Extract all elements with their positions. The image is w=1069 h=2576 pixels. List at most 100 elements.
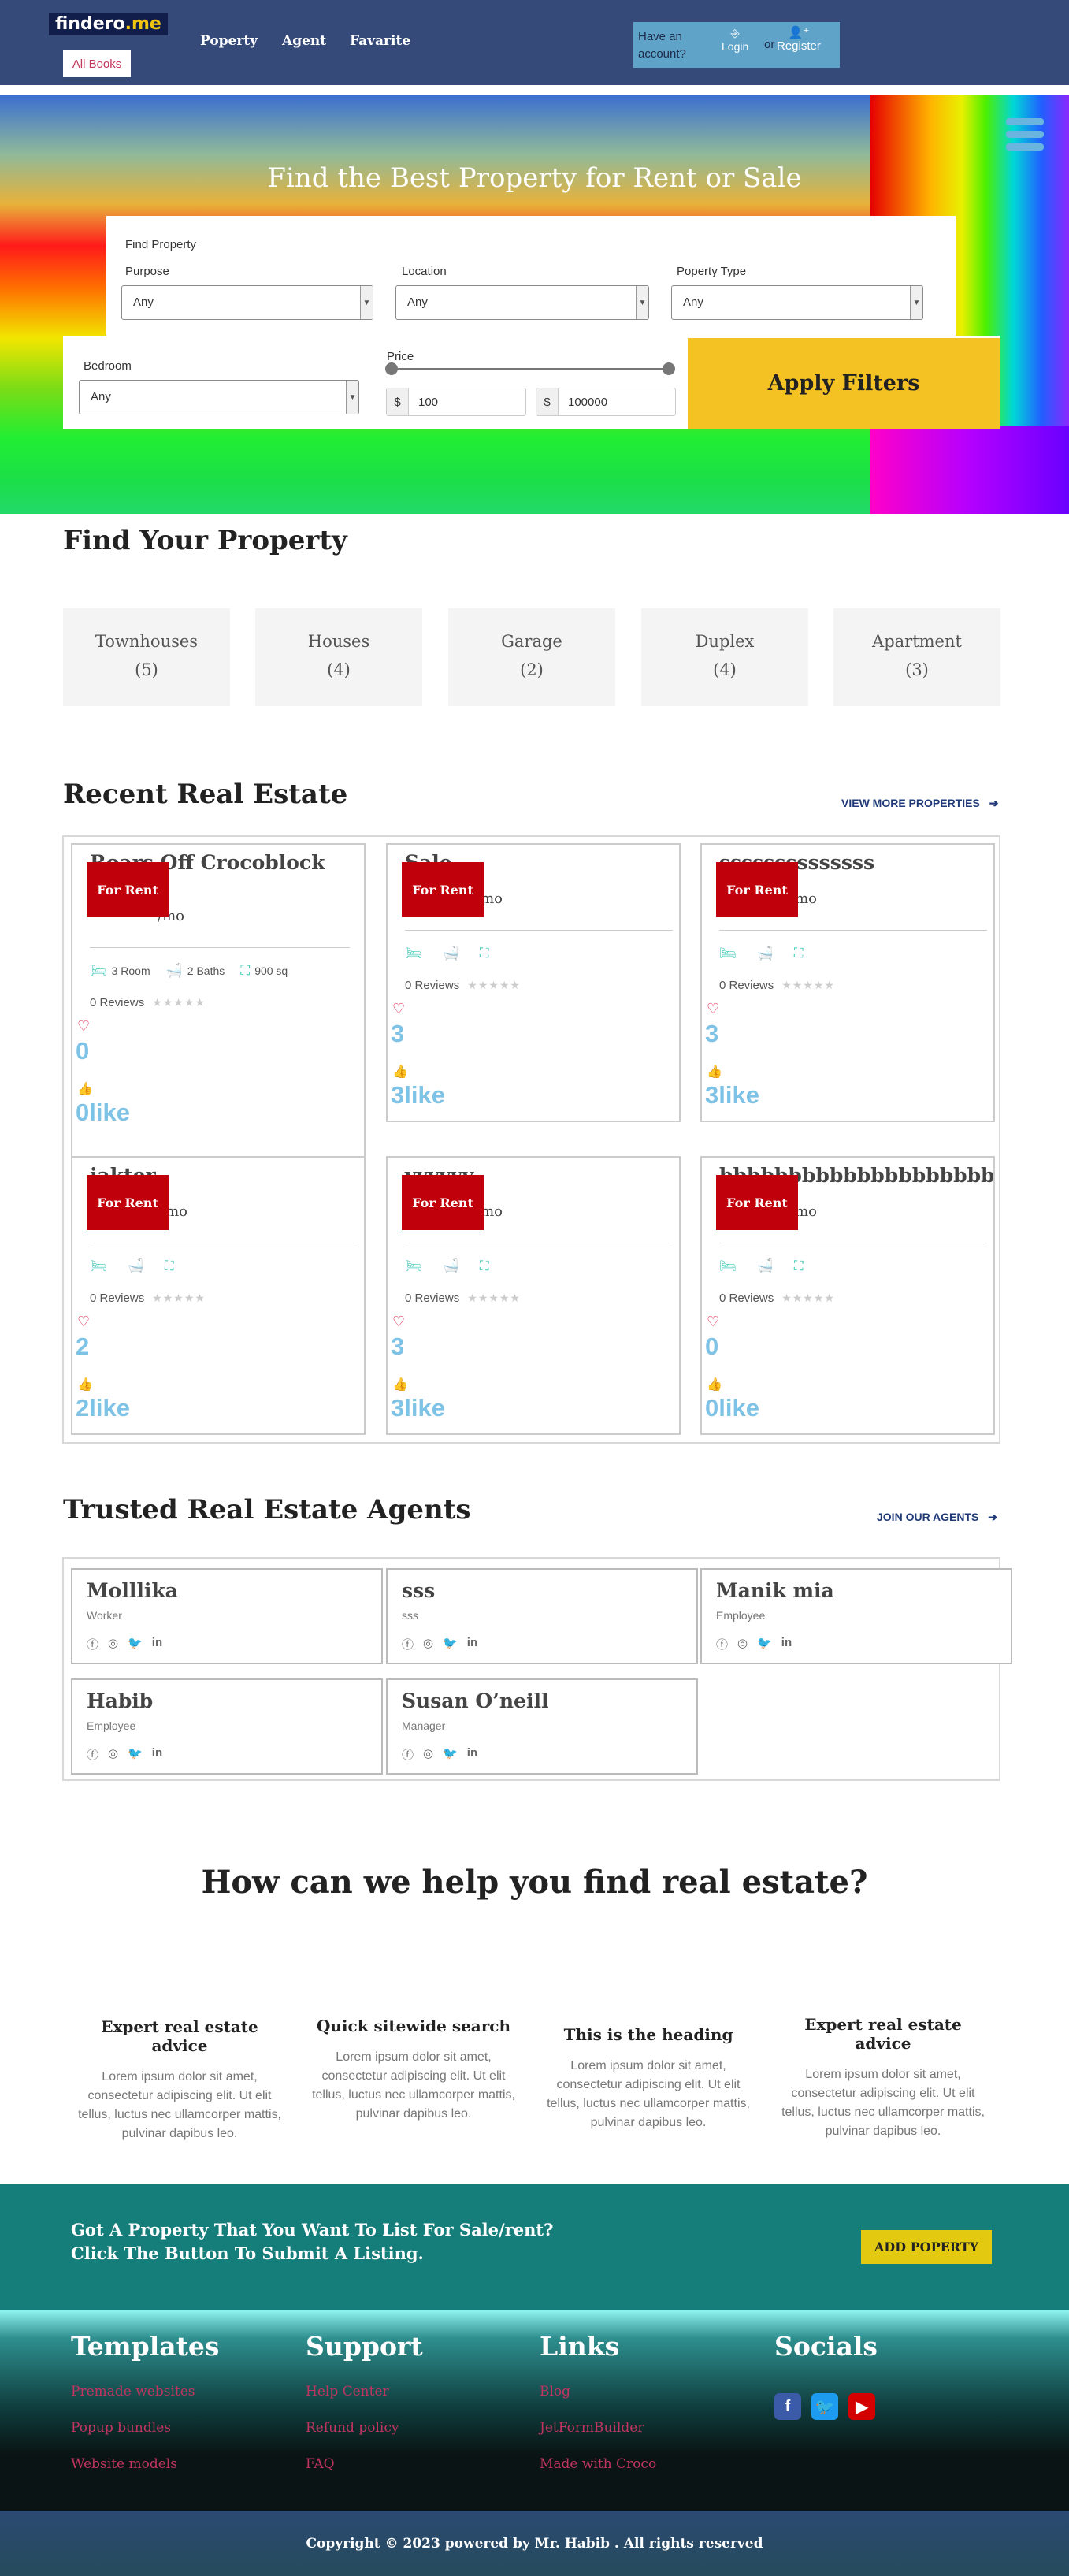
twitter-icon[interactable]: 🐦 xyxy=(443,1636,458,1652)
add-property-button[interactable]: ADD POPERTY xyxy=(861,2230,992,2264)
heart-icon[interactable]: ♡ xyxy=(77,1314,90,1330)
instagram-icon[interactable]: ◎ xyxy=(108,1636,118,1652)
amenities-row: 🛏 🛁 ⛶ xyxy=(405,1258,494,1274)
purpose-select[interactable]: Any ▼ xyxy=(121,285,373,320)
linkedin-icon[interactable]: in xyxy=(467,1636,477,1652)
thumbs-up-icon[interactable]: 👍 xyxy=(77,1081,93,1097)
apply-filters-button[interactable]: Apply Filters xyxy=(688,338,1000,429)
property-card[interactable]: Roars Off Crocoblock/mo For Rent 🛏 3 Room 🛁 2… xyxy=(71,843,366,1160)
price-min-input[interactable]: $100 xyxy=(386,388,526,416)
price-slider-min-handle[interactable] xyxy=(385,362,398,375)
twitter-icon[interactable]: 🐦 xyxy=(443,1746,458,1763)
for-rent-badge: For Rent xyxy=(402,1175,484,1230)
nav-property[interactable]: Poperty xyxy=(200,33,258,49)
reviews-row: 0 Reviews ★★★★★ xyxy=(405,979,521,992)
linkedin-icon[interactable]: in xyxy=(152,1746,162,1763)
facebook-icon[interactable]: f xyxy=(774,2393,801,2420)
thumbs-up-icon[interactable]: 👍 xyxy=(707,1377,722,1392)
favorite-count: 2 xyxy=(76,1333,90,1360)
property-card[interactable]: Sale/moFor Rent🛏🛁⛶0 Reviews★★★★★♡3👍3like xyxy=(386,843,681,1122)
nav-favorite[interactable]: Favarite xyxy=(350,33,410,49)
bedroom-select[interactable]: Any ▼ xyxy=(79,380,359,414)
twitter-icon[interactable]: 🐦 xyxy=(128,1746,143,1763)
location-select[interactable]: Any ▼ xyxy=(395,285,649,320)
heart-icon[interactable]: ♡ xyxy=(392,1001,405,1017)
footer-link-made-with-croco[interactable]: Made with Croco xyxy=(540,2456,656,2472)
twitter-icon[interactable]: 🐦 xyxy=(757,1636,772,1652)
heart-icon[interactable]: ♡ xyxy=(392,1314,405,1330)
facebook-icon[interactable]: ⓕ xyxy=(716,1636,728,1652)
twitter-icon[interactable]: 🐦 xyxy=(128,1636,143,1652)
instagram-icon[interactable]: ◎ xyxy=(108,1746,118,1763)
twitter-icon[interactable]: 🐦 xyxy=(811,2393,838,2420)
agent-socials: ⓕ ◎ 🐦 in xyxy=(716,1636,792,1652)
linkedin-icon[interactable]: in xyxy=(152,1636,162,1652)
join-agents-link[interactable]: JOIN OUR AGENTS ➔ xyxy=(877,1511,997,1524)
currency-symbol: $ xyxy=(536,388,559,415)
bed-icon: 🛏 xyxy=(90,1258,107,1273)
price-slider-max-handle[interactable] xyxy=(663,362,675,375)
property-card[interactable]: bbbbbbbbbbbbbbbbbbbbbbb/moFor Rent🛏🛁⛶0 R… xyxy=(700,1156,995,1435)
footer-link-blog[interactable]: Blog xyxy=(540,2384,570,2399)
agent-role: sss xyxy=(402,1609,418,1622)
rating-stars: ★★★★★ xyxy=(467,1292,521,1304)
facebook-icon[interactable]: ⓕ xyxy=(402,1746,414,1763)
thumbs-up-icon[interactable]: 👍 xyxy=(77,1377,93,1392)
linkedin-icon[interactable]: in xyxy=(467,1746,477,1763)
heart-icon[interactable]: ♡ xyxy=(707,1001,719,1017)
category-count: (4) xyxy=(713,660,737,679)
footer-link-help-center[interactable]: Help Center xyxy=(306,2384,389,2399)
header-divider xyxy=(0,85,1069,90)
facebook-icon[interactable]: ⓕ xyxy=(87,1636,98,1652)
menu-icon[interactable] xyxy=(1006,118,1044,154)
join-agents-label: JOIN OUR AGENTS xyxy=(877,1511,979,1523)
youtube-icon[interactable]: ▶ xyxy=(848,2393,875,2420)
instagram-icon[interactable]: ◎ xyxy=(737,1636,748,1652)
favorite-count: 3 xyxy=(391,1020,405,1047)
category-count: (3) xyxy=(905,660,929,679)
nav-agent[interactable]: Agent xyxy=(282,33,326,49)
price-slider-track[interactable] xyxy=(392,368,669,370)
site-logo[interactable]: findero.me xyxy=(49,13,168,35)
for-rent-badge: For Rent xyxy=(716,862,798,917)
view-more-properties-link[interactable]: VIEW MORE PROPERTIES ➔ xyxy=(841,797,998,810)
category-duplex[interactable]: Duplex (4) xyxy=(641,608,808,706)
footer-link-refund[interactable]: Refund policy xyxy=(306,2420,399,2436)
agent-card[interactable]: Molllika Worker ⓕ ◎ 🐦 in xyxy=(71,1568,383,1664)
linkedin-icon[interactable]: in xyxy=(781,1636,792,1652)
instagram-icon[interactable]: ◎ xyxy=(423,1636,433,1652)
property-type-select[interactable]: Any ▼ xyxy=(671,285,923,320)
footer-link-website-models[interactable]: Website models xyxy=(71,2456,177,2472)
heart-icon[interactable]: ♡ xyxy=(77,1018,90,1035)
facebook-icon[interactable]: ⓕ xyxy=(87,1746,98,1763)
footer-link-popup[interactable]: Popup bundles xyxy=(71,2420,171,2436)
likes-count: 3like xyxy=(391,1394,445,1422)
feature-text: Lorem ipsum dolor sit amet, consectetur … xyxy=(312,2050,515,2121)
footer-link-jetformbuilder[interactable]: JetFormBuilder xyxy=(540,2420,644,2436)
all-books-button[interactable]: All Books xyxy=(63,50,131,77)
category-houses[interactable]: Houses (4) xyxy=(255,608,422,706)
instagram-icon[interactable]: ◎ xyxy=(423,1746,433,1763)
thumbs-up-icon[interactable]: 👍 xyxy=(707,1064,722,1080)
facebook-icon[interactable]: ⓕ xyxy=(402,1636,414,1652)
reviews-count: 0 Reviews xyxy=(90,1292,145,1305)
agent-card[interactable]: Manik mia Employee ⓕ ◎ 🐦 in xyxy=(700,1568,1012,1664)
or-text: or xyxy=(764,38,775,51)
login-link[interactable]: ⎆ Login xyxy=(722,27,748,53)
category-garage[interactable]: Garage (2) xyxy=(448,608,615,706)
category-townhouses[interactable]: Townhouses (5) xyxy=(63,608,230,706)
heart-icon[interactable]: ♡ xyxy=(707,1314,719,1330)
thumbs-up-icon[interactable]: 👍 xyxy=(392,1377,408,1392)
property-card[interactable]: vvvvvv/moFor Rent🛏🛁⛶0 Reviews★★★★★♡3👍3li… xyxy=(386,1156,681,1435)
thumbs-up-icon[interactable]: 👍 xyxy=(392,1064,408,1080)
category-apartment[interactable]: Apartment (3) xyxy=(833,608,1000,706)
footer-link-faq[interactable]: FAQ xyxy=(306,2456,335,2472)
footer-link-premade[interactable]: Premade websites xyxy=(71,2384,195,2399)
property-card[interactable]: ssssssssssssss/moFor Rent🛏🛁⛶0 Reviews★★★… xyxy=(700,843,995,1122)
register-link[interactable]: 👤⁺ Register xyxy=(777,25,821,53)
agent-card[interactable]: sss sss ⓕ ◎ 🐦 in xyxy=(386,1568,698,1664)
property-card[interactable]: iakter/moFor Rent🛏🛁⛶0 Reviews★★★★★♡2👍2li… xyxy=(71,1156,366,1435)
agent-card[interactable]: Susan O’neill Manager ⓕ ◎ 🐦 in xyxy=(386,1678,698,1775)
price-max-input[interactable]: $100000 xyxy=(536,388,676,416)
agent-card[interactable]: Habib Employee ⓕ ◎ 🐦 in xyxy=(71,1678,383,1775)
